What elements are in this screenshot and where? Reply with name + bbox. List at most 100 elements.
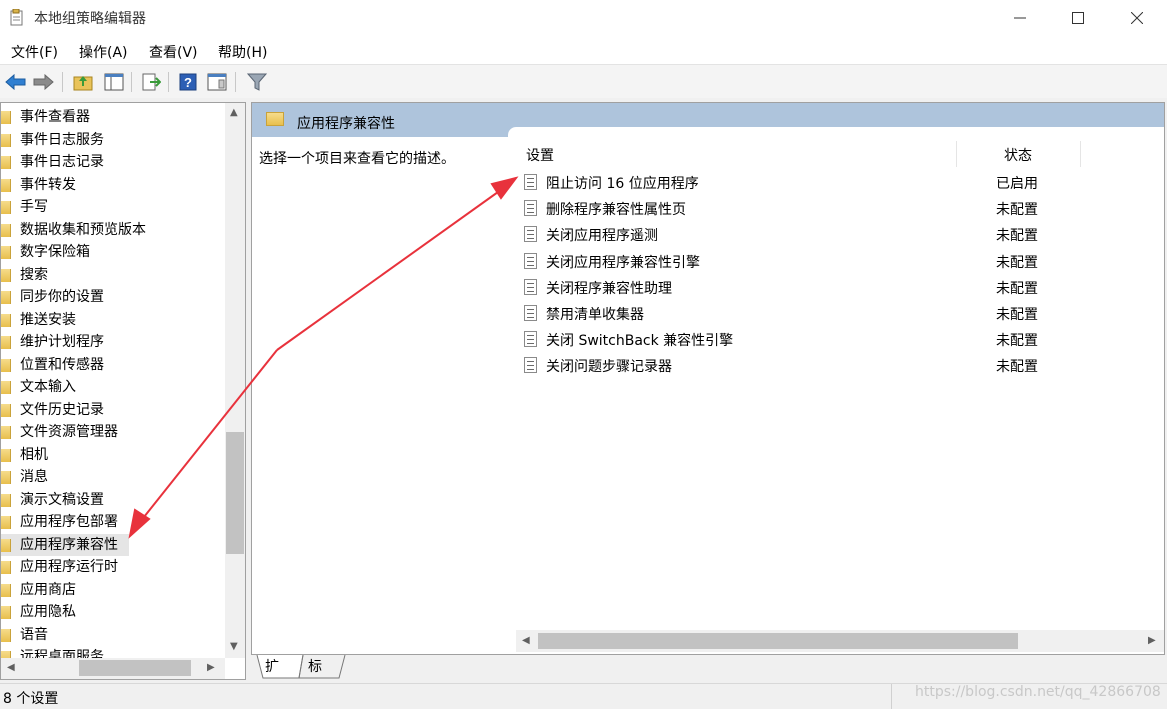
setting-row[interactable]: 阻止访问 16 位应用程序 已启用 — [508, 170, 1148, 196]
tree-item-label: 推送安装 — [20, 311, 76, 328]
menu-view[interactable]: 查看(V) — [149, 42, 198, 62]
tree-item[interactable]: 推送安装 — [1, 309, 227, 332]
tree-item[interactable]: 事件日志服务 — [1, 129, 227, 152]
tree-item-label: 维护计划程序 — [20, 334, 104, 350]
setting-row[interactable]: 删除程序兼容性属性页 未配置 — [508, 196, 1148, 222]
detail-horizontal-scrollbar[interactable]: ◀ ▶ — [516, 630, 1164, 652]
tree-item[interactable]: 事件日志记录 — [1, 151, 227, 174]
setting-row[interactable]: 禁用清单收集器 未配置 — [508, 301, 1148, 327]
tree-item[interactable]: 文件历史记录 — [1, 399, 227, 422]
policy-setting-icon — [524, 252, 537, 269]
scroll-up-icon[interactable]: ▲ — [230, 107, 238, 118]
toolbar-separator — [62, 72, 63, 92]
setting-name: 阻止访问 16 位应用程序 — [546, 176, 699, 192]
setting-name: 禁用清单收集器 — [546, 307, 644, 323]
help-button[interactable]: ? — [176, 70, 200, 94]
description-text: 选择一个项目来查看它的描述。 — [259, 151, 455, 167]
tab-extended[interactable]: 扩展 — [261, 655, 283, 699]
folder-icon — [1, 223, 11, 237]
maximize-button[interactable] — [1055, 0, 1101, 36]
tree-item[interactable]: 维护计划程序 — [1, 331, 227, 354]
scroll-right-icon[interactable]: ▶ — [207, 662, 215, 673]
tree-item[interactable]: 事件转发 — [1, 174, 227, 197]
folder-icon — [1, 516, 11, 529]
tree-item[interactable]: 事件查看器 — [1, 106, 227, 129]
setting-row[interactable]: 关闭应用程序兼容性引擎 未配置 — [508, 249, 1148, 275]
tree-item[interactable]: 应用程序运行时 — [1, 556, 227, 579]
policy-tree: 事件查看器 事件日志服务 事件日志记录 事件转发 手写数据收集和预览版本数字保险箱 搜索同… — [1, 106, 227, 669]
column-divider[interactable] — [1080, 141, 1081, 167]
tree-vertical-scrollbar[interactable]: ▲ ▼ — [225, 103, 245, 658]
tree-item-label: 数据收集和预览版本 — [20, 221, 146, 238]
scroll-left-icon[interactable]: ◀ — [522, 635, 530, 646]
show-hide-tree-button[interactable] — [102, 70, 126, 94]
tree-item[interactable]: 文件资源管理器 — [1, 421, 227, 444]
tree-item[interactable]: 语音 — [1, 624, 227, 647]
tree-item-label: 相机 — [20, 446, 48, 463]
status-divider — [891, 684, 892, 709]
column-header-setting[interactable]: 设置 — [526, 145, 554, 165]
column-divider[interactable] — [956, 141, 957, 167]
setting-row[interactable]: 关闭应用程序遥测 未配置 — [508, 222, 1148, 248]
tree-item[interactable]: 应用程序兼容性 — [1, 533, 129, 556]
folder-icon — [1, 426, 11, 439]
setting-row[interactable]: 关闭 SwitchBack 兼容性引擎 未配置 — [508, 327, 1148, 353]
back-button[interactable] — [4, 70, 28, 94]
scroll-left-icon[interactable]: ◀ — [7, 662, 15, 673]
export-list-button[interactable] — [139, 70, 163, 94]
tree-item-label: 应用程序包部署 — [20, 514, 118, 530]
tree-item[interactable]: 手写 — [1, 196, 227, 219]
close-button[interactable] — [1114, 0, 1160, 36]
maximize-icon — [1072, 12, 1084, 24]
menu-action[interactable]: 操作(A) — [79, 42, 128, 62]
toolbar: ? — [0, 65, 1167, 98]
properties-icon — [207, 73, 227, 91]
menu-file[interactable]: 文件(F) — [11, 42, 58, 62]
tree-vertical-scroll-thumb[interactable] — [226, 432, 244, 554]
setting-state: 已启用 — [996, 176, 1038, 192]
tree-item[interactable]: 数字保险箱 — [1, 241, 227, 264]
properties-button[interactable] — [205, 70, 229, 94]
column-header-state[interactable]: 状态 — [1004, 145, 1032, 165]
tree-item[interactable]: 应用程序包部署 — [1, 511, 227, 534]
tree-item[interactable]: 数据收集和预览版本 — [1, 219, 227, 242]
folder-icon — [1, 561, 11, 574]
setting-row[interactable]: 关闭程序兼容性助理 未配置 — [508, 275, 1148, 301]
menu-bar: 文件(F) 操作(A) 查看(V) 帮助(H) — [0, 36, 1167, 65]
toolbar-separator — [168, 72, 169, 92]
menu-help[interactable]: 帮助(H) — [218, 42, 267, 62]
folder-icon — [1, 538, 11, 552]
folder-icon — [1, 606, 11, 619]
folder-up-icon — [73, 76, 93, 91]
setting-state: 未配置 — [996, 333, 1038, 350]
filter-button[interactable] — [245, 70, 269, 94]
setting-name: 关闭应用程序兼容性引擎 — [546, 254, 700, 271]
tree-item[interactable]: 应用商店 — [1, 579, 227, 602]
scroll-right-icon[interactable]: ▶ — [1148, 635, 1156, 646]
tree-item[interactable]: 搜索 — [1, 264, 227, 287]
scroll-down-icon[interactable]: ▼ — [230, 641, 238, 652]
forward-button[interactable] — [31, 70, 55, 94]
tree-item[interactable]: 文本输入 — [1, 376, 227, 399]
minimize-button[interactable] — [997, 0, 1043, 36]
detail-horizontal-scroll-thumb[interactable] — [538, 633, 1018, 649]
tree-horizontal-scroll-thumb[interactable] — [79, 660, 191, 676]
setting-state: 未配置 — [996, 280, 1038, 297]
policy-setting-icon — [524, 174, 537, 190]
up-one-level-button[interactable] — [71, 70, 95, 94]
tree-item[interactable]: 消息 — [1, 466, 227, 489]
tree-item[interactable]: 演示文稿设置 — [1, 489, 227, 512]
folder-icon — [1, 381, 11, 394]
tree-item[interactable]: 相机 — [1, 444, 227, 467]
setting-name: 删除程序兼容性属性页 — [546, 202, 686, 219]
tree-item[interactable]: 同步你的设置 — [1, 286, 227, 309]
tree-item[interactable]: 位置和传感器 — [1, 354, 227, 377]
setting-row[interactable]: 关闭问题步骤记录器 未配置 — [508, 353, 1148, 379]
toolbar-separator — [235, 72, 236, 92]
tree-item[interactable]: 应用隐私 — [1, 601, 227, 624]
policy-setting-icon — [524, 331, 537, 348]
tree-item-label: 应用隐私 — [20, 604, 76, 620]
tab-standard[interactable]: 标准 — [304, 655, 326, 699]
title-bar: 本地组策略编辑器 — [0, 0, 1167, 36]
tree-horizontal-scrollbar[interactable]: ◀ ▶ — [1, 658, 225, 679]
